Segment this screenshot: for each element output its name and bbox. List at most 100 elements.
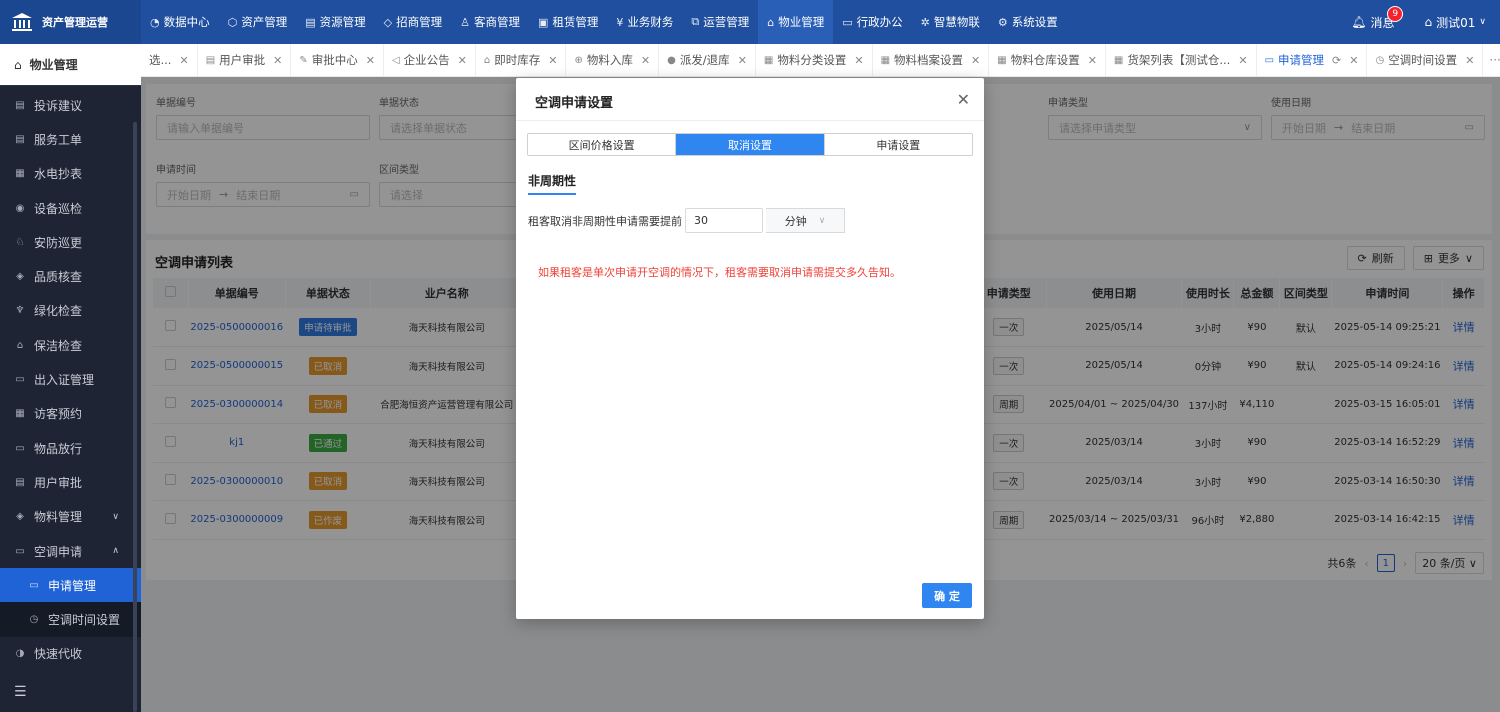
brand[interactable]: 资产管理运营 — [0, 0, 141, 44]
close-icon[interactable]: ✕ — [273, 54, 282, 67]
close-icon[interactable]: ✕ — [1349, 54, 1358, 67]
sidebar-item-label: 空调申请 — [34, 544, 83, 559]
sidebar-item[interactable]: ◈ 物料管理 ∨ — [0, 500, 141, 534]
topnav-item-11[interactable]: ⚙ 系统设置 — [989, 0, 1067, 44]
ellipsis-icon[interactable]: ··· — [1483, 53, 1500, 67]
close-icon[interactable]: ✕ — [738, 54, 747, 67]
advance-notice-input[interactable]: 30 — [685, 208, 763, 233]
modal-tab-0[interactable]: 区间价格设置 — [528, 134, 677, 155]
user-menu[interactable]: ⌂ 测试01 ∨ — [1425, 14, 1487, 31]
close-icon[interactable]: ✕ — [458, 54, 467, 67]
sidebar-item[interactable]: ▤ 投诉建议 — [0, 88, 141, 122]
sidebar-item[interactable]: ▦ 水电抄表 — [0, 157, 141, 191]
collapse-menu-icon[interactable]: ☰ — [14, 684, 27, 700]
tab-8[interactable]: ▦ 物料档案设置 ✕ — [873, 44, 990, 76]
close-icon[interactable]: ✕ — [854, 54, 863, 67]
modal-tab-1[interactable]: 取消设置 — [676, 134, 825, 155]
close-icon[interactable]: ✕ — [366, 54, 375, 67]
close-icon[interactable]: ✕ — [1088, 54, 1097, 67]
close-icon[interactable]: ✕ — [1238, 54, 1247, 67]
tab-label: 空调时间设置 — [1388, 53, 1458, 67]
topnav-item-3[interactable]: ◇ 招商管理 — [375, 0, 451, 44]
tab-2[interactable]: ✎ 审批中心 ✕ — [291, 44, 384, 76]
sidebar-item[interactable]: ◑ 快速代收 — [0, 637, 141, 671]
sidebar-item-label: 安防巡更 — [34, 235, 83, 250]
topnav-item-7[interactable]: ⧉ 运营管理 — [682, 0, 758, 44]
sidebar-item[interactable]: ◉ 设备巡检 — [0, 191, 141, 225]
chevron-down-icon: ∨ — [1479, 17, 1486, 27]
topnav-item-0[interactable]: ◔ 数据中心 — [141, 0, 219, 44]
top-navbar: 资产管理运营 ◔ 数据中心 ⬡ 资产管理 ▤ 资源管理 ◇ 招商管理 ♙ 客商管理 ▣ 租赁管理 ¥ 业务… — [0, 0, 1500, 44]
topnav-item-1[interactable]: ⬡ 资产管理 — [219, 0, 297, 44]
topnav-item-9[interactable]: ▭ 行政办公 — [833, 0, 911, 44]
topnav-item-2[interactable]: ▤ 资源管理 — [296, 0, 374, 44]
ops-icon: ⧉ — [691, 15, 700, 28]
topnav-item-4[interactable]: ♙ 客商管理 — [451, 0, 529, 44]
confirm-button[interactable]: 确 定 — [922, 583, 972, 608]
sidebar-item[interactable]: ▤ 服务工单 — [0, 122, 141, 156]
ac-icon: ▭ — [29, 579, 39, 591]
finance-icon: ¥ — [616, 15, 624, 29]
sidebar-item[interactable]: ▭ 申请管理 — [0, 568, 141, 603]
grid-icon: ▦ — [1113, 54, 1124, 66]
modal-tab-2[interactable]: 申请设置 — [825, 134, 972, 155]
tab-0[interactable]: 选... ✕ — [141, 44, 198, 76]
sidebar-item-label: 访客预约 — [34, 407, 83, 422]
ac-settings-modal: 空调申请设置 ✕ 区间价格设置 取消设置 申请设置 非周期性 租客取消非周期性申请需… — [516, 78, 984, 619]
lease-icon: ▣ — [537, 15, 549, 29]
topnav-item-8[interactable]: ⌂ 物业管理 — [758, 0, 834, 44]
sidebar-item[interactable]: ▭ 出入证管理 — [0, 362, 141, 396]
tab-5[interactable]: ⊕ 物料入库 ✕ — [566, 44, 660, 76]
sidebar-item-label: 品质核查 — [34, 270, 83, 285]
topnav-item-label: 客商管理 — [473, 15, 520, 29]
topnav-item-10[interactable]: ✲ 智慧物联 — [912, 0, 989, 44]
sidebar-item[interactable]: ▭ 空调申请 ∧ — [0, 534, 141, 568]
advance-notice-label: 租客取消非周期性申请需要提前 — [528, 214, 682, 228]
tab-label: 派发/退库 — [679, 53, 730, 67]
topnav-item-5[interactable]: ▣ 租赁管理 — [529, 0, 607, 44]
tab-4[interactable]: ⌂ 即时库存 ✕ — [476, 44, 567, 76]
sidebar-item[interactable]: ♆ 绿化检查 — [0, 294, 141, 328]
close-icon[interactable]: ✕ — [971, 54, 980, 67]
bank-logo-icon — [10, 11, 34, 33]
topnav-item-label: 业务财务 — [627, 15, 674, 29]
messages-button[interactable]: 🔔︎ 消息 9 — [1351, 5, 1404, 31]
sidebar-item[interactable]: ▤ 用户审批 — [0, 465, 141, 499]
close-icon[interactable]: ✕ — [957, 90, 970, 109]
tab-9[interactable]: ▦ 物料仓库设置 ✕ — [989, 44, 1106, 76]
sidebar-header[interactable]: ⌂ 物业管理 — [0, 44, 141, 86]
speaker-icon: ◁ — [391, 54, 400, 66]
tab-7[interactable]: ▦ 物料分类设置 ✕ — [756, 44, 873, 76]
tab-3[interactable]: ◁ 企业公告 ✕ — [384, 44, 476, 76]
close-icon[interactable]: ✕ — [641, 54, 650, 67]
sidebar-item[interactable]: ◈ 品质核查 — [0, 259, 141, 293]
topnav-item-6[interactable]: ¥ 业务财务 — [607, 0, 682, 44]
complaint-icon: ▤ — [15, 99, 25, 111]
sidebar-item[interactable]: ▭ 物品放行 — [0, 431, 141, 465]
sidebar-item[interactable]: ♘ 安防巡更 — [0, 225, 141, 259]
clock-icon: ◷ — [1375, 54, 1385, 66]
tab-label: 物料仓库设置 — [1010, 53, 1080, 67]
close-icon[interactable]: ✕ — [1465, 54, 1474, 67]
refresh-icon[interactable]: ⟳ — [1332, 54, 1341, 67]
ac-icon: ▭ — [1264, 54, 1275, 66]
chevron-down-icon: ∨ — [818, 215, 826, 226]
close-icon[interactable]: ✕ — [548, 54, 557, 67]
close-icon[interactable]: ✕ — [179, 54, 188, 67]
sidebar-item[interactable]: ◷ 空调时间设置 — [0, 602, 141, 637]
tab-12[interactable]: ◷ 空调时间设置 ✕ — [1367, 44, 1484, 76]
tab-10[interactable]: ▦ 货架列表【测试仓... ✕ — [1106, 44, 1257, 76]
tab-label: 企业公告 — [403, 53, 450, 67]
sidebar-item[interactable]: ▦ 访客预约 — [0, 397, 141, 431]
unit-select[interactable]: 分钟 ∨ — [766, 208, 845, 233]
tab-label: 申请管理 — [1278, 53, 1325, 67]
sidebar-item-label: 绿化检查 — [34, 304, 83, 319]
pass-icon: ▭ — [15, 374, 25, 386]
express-icon: ◑ — [15, 648, 25, 660]
sidebar-scrollbar[interactable] — [133, 122, 137, 712]
sidebar-item[interactable]: ⌂ 保洁检查 — [0, 328, 141, 362]
tab-11[interactable]: ▭ 申请管理 ⟳ ✕ — [1257, 44, 1368, 76]
building-icon: ▤ — [305, 15, 316, 29]
tab-1[interactable]: ▤ 用户审批 ✕ — [198, 44, 292, 76]
tab-6[interactable]: ● 派发/退库 ✕ — [659, 44, 756, 76]
